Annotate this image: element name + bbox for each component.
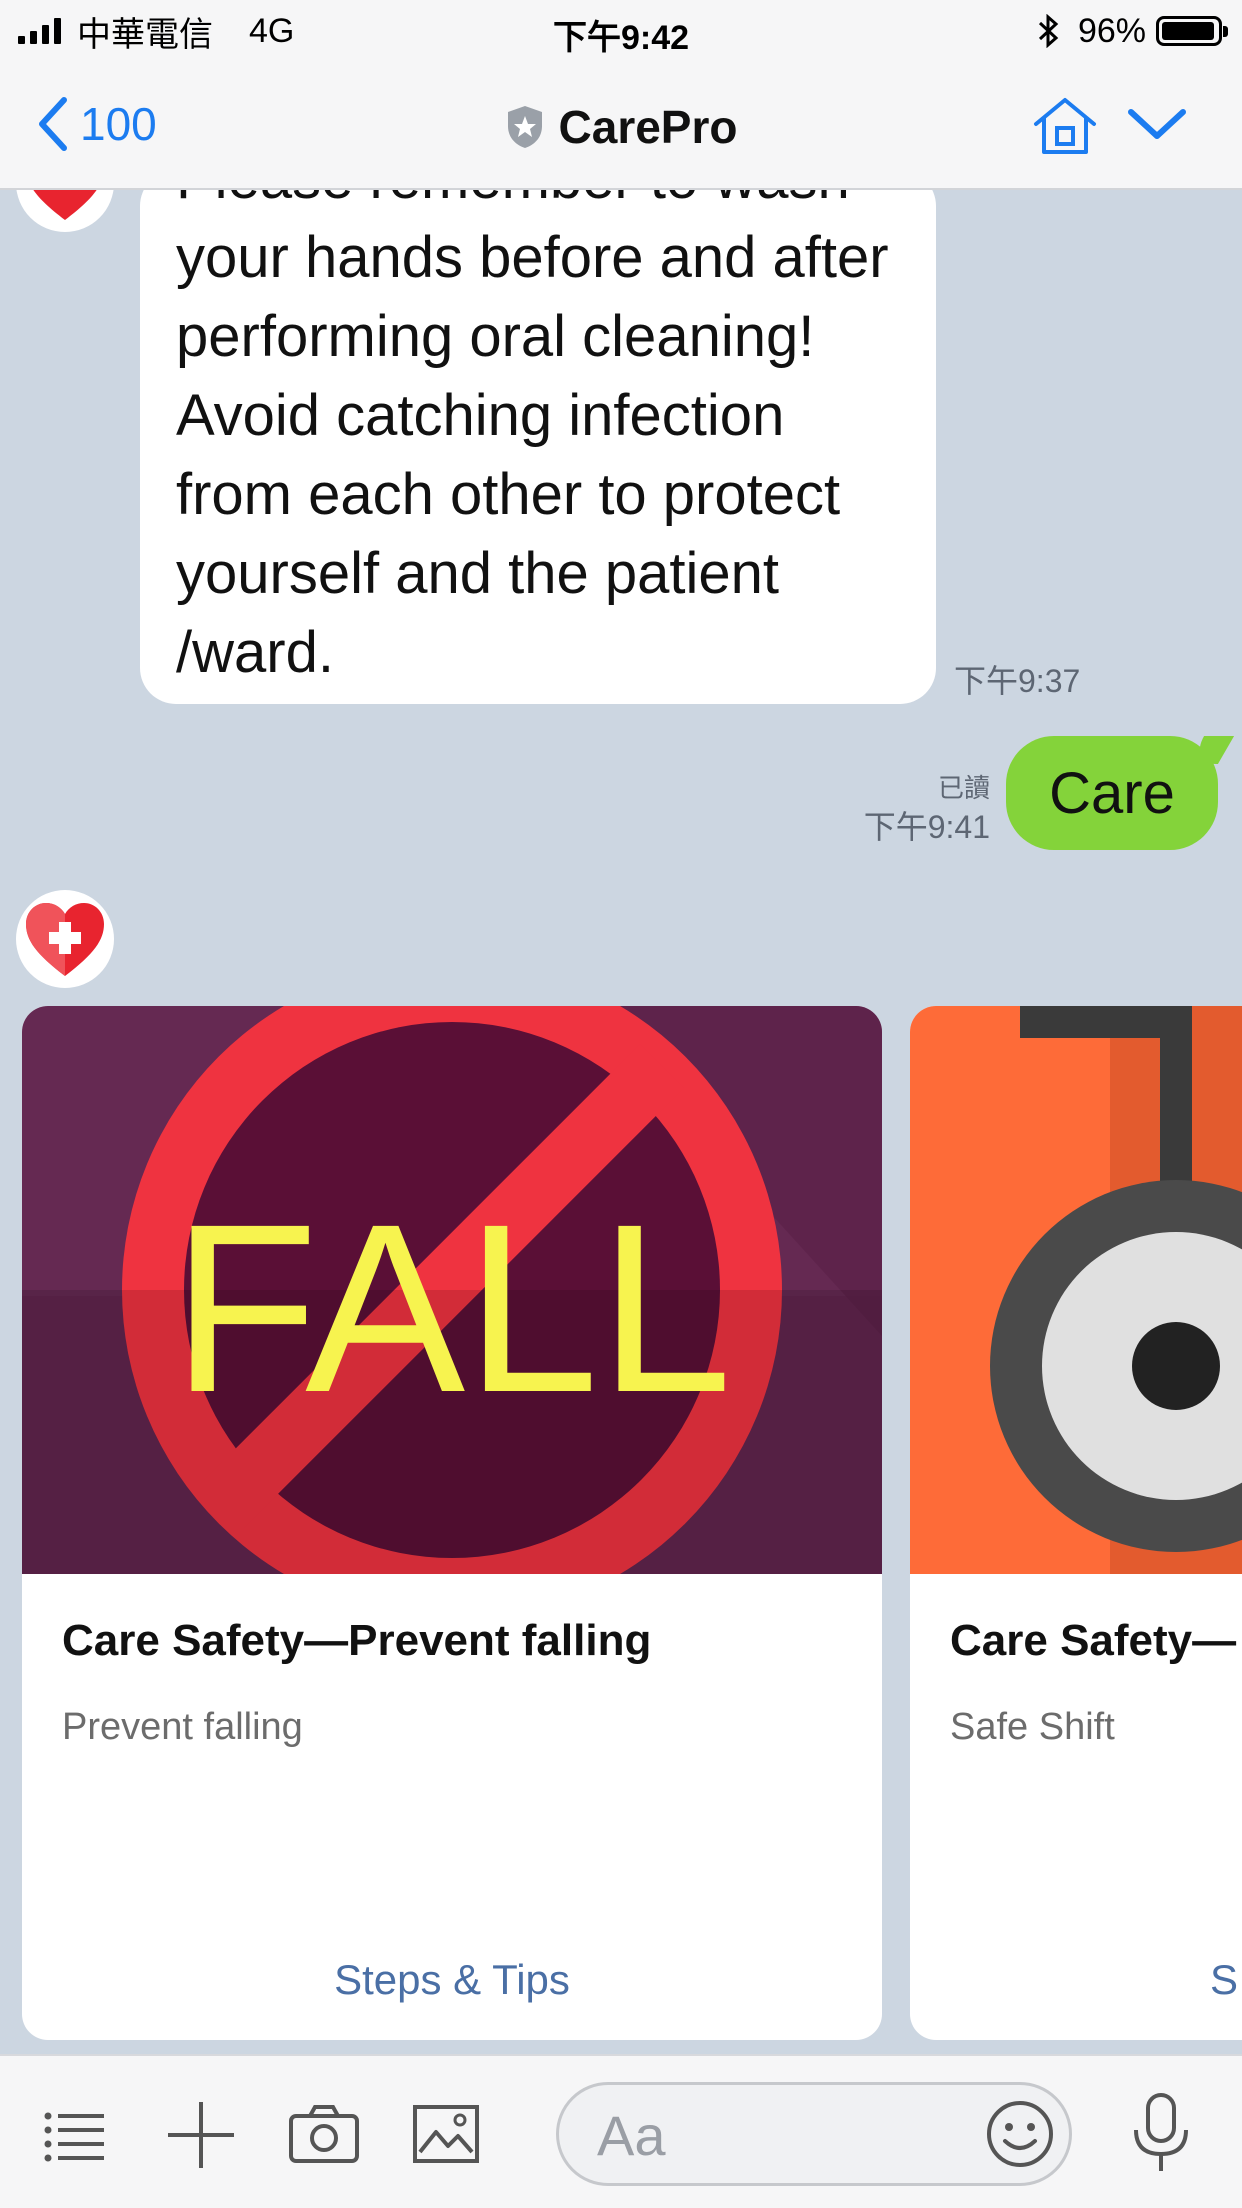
incoming-message-time: 下午9:37 xyxy=(954,663,1081,699)
card-subtitle: Safe Shift xyxy=(950,1706,1115,1748)
incoming-message-bubble[interactable]: Please remember to wash your hands befor… xyxy=(140,190,936,704)
emoji-icon xyxy=(987,2101,1053,2167)
chat-title-text: CarePro xyxy=(558,101,738,153)
heart-cross-icon xyxy=(26,903,104,976)
microphone-icon xyxy=(1134,2093,1188,2171)
carousel-card-safe-shift[interactable]: Care Safety— Safe Shift S xyxy=(910,1006,1242,2040)
menu-icon xyxy=(44,2112,104,2162)
menu-button[interactable] xyxy=(44,2110,106,2167)
menu-toggle-button[interactable] xyxy=(1126,106,1188,149)
message-input-field[interactable] xyxy=(556,2082,1072,2186)
card-image-fall[interactable]: FALL xyxy=(22,1006,882,1574)
heart-cross-icon xyxy=(33,190,97,220)
read-receipt: 已讀 xyxy=(937,773,990,803)
card-title: Care Safety— xyxy=(950,1616,1237,1665)
steps-tips-link[interactable]: Steps & Tips xyxy=(22,1956,882,2004)
outgoing-message-text: Care xyxy=(1049,760,1175,826)
fall-image-text: FALL xyxy=(172,1174,732,1442)
plus-icon xyxy=(168,2102,234,2168)
home-button[interactable] xyxy=(1030,94,1100,163)
emoji-button[interactable] xyxy=(985,2099,1055,2174)
message-input[interactable] xyxy=(595,2095,959,2175)
voice-button[interactable] xyxy=(1130,2092,1192,2179)
chat-area[interactable]: Please remember to wash your hands befor… xyxy=(0,190,1242,2054)
battery-percent: 96% xyxy=(1077,11,1146,50)
battery-icon xyxy=(1156,16,1228,46)
outgoing-message-bubble[interactable]: Care xyxy=(1006,736,1218,850)
nav-bar: 100 CarePro xyxy=(0,62,1242,190)
image-button[interactable] xyxy=(412,2104,480,2169)
card-subtitle: Prevent falling xyxy=(62,1706,303,1748)
image-icon xyxy=(413,2105,479,2163)
card-image-shift[interactable] xyxy=(910,1006,1242,1574)
card-action-link[interactable]: S xyxy=(1210,1956,1242,2004)
outgoing-message-time: 下午9:41 xyxy=(863,809,990,845)
shield-star-icon xyxy=(507,106,542,148)
bluetooth-icon xyxy=(1038,14,1059,48)
home-icon xyxy=(1034,98,1096,154)
bot-avatar-2[interactable] xyxy=(16,890,114,988)
chevron-down-icon xyxy=(1128,109,1186,139)
bot-avatar[interactable] xyxy=(16,190,114,232)
status-bar: 中華電信 4G 下午9:42 96% xyxy=(0,0,1242,62)
status-right: 96% xyxy=(1036,10,1228,52)
input-bar xyxy=(0,2054,1242,2208)
plus-button[interactable] xyxy=(166,2100,236,2175)
card-title: Care Safety—Prevent falling xyxy=(62,1616,652,1665)
camera-button[interactable] xyxy=(288,2102,360,2169)
carousel-card-fall[interactable]: FALL Care Safety—Prevent falling Prevent… xyxy=(22,1006,882,2040)
incoming-message-text: Please remember to wash your hands befor… xyxy=(176,190,889,685)
camera-icon xyxy=(289,2105,359,2163)
